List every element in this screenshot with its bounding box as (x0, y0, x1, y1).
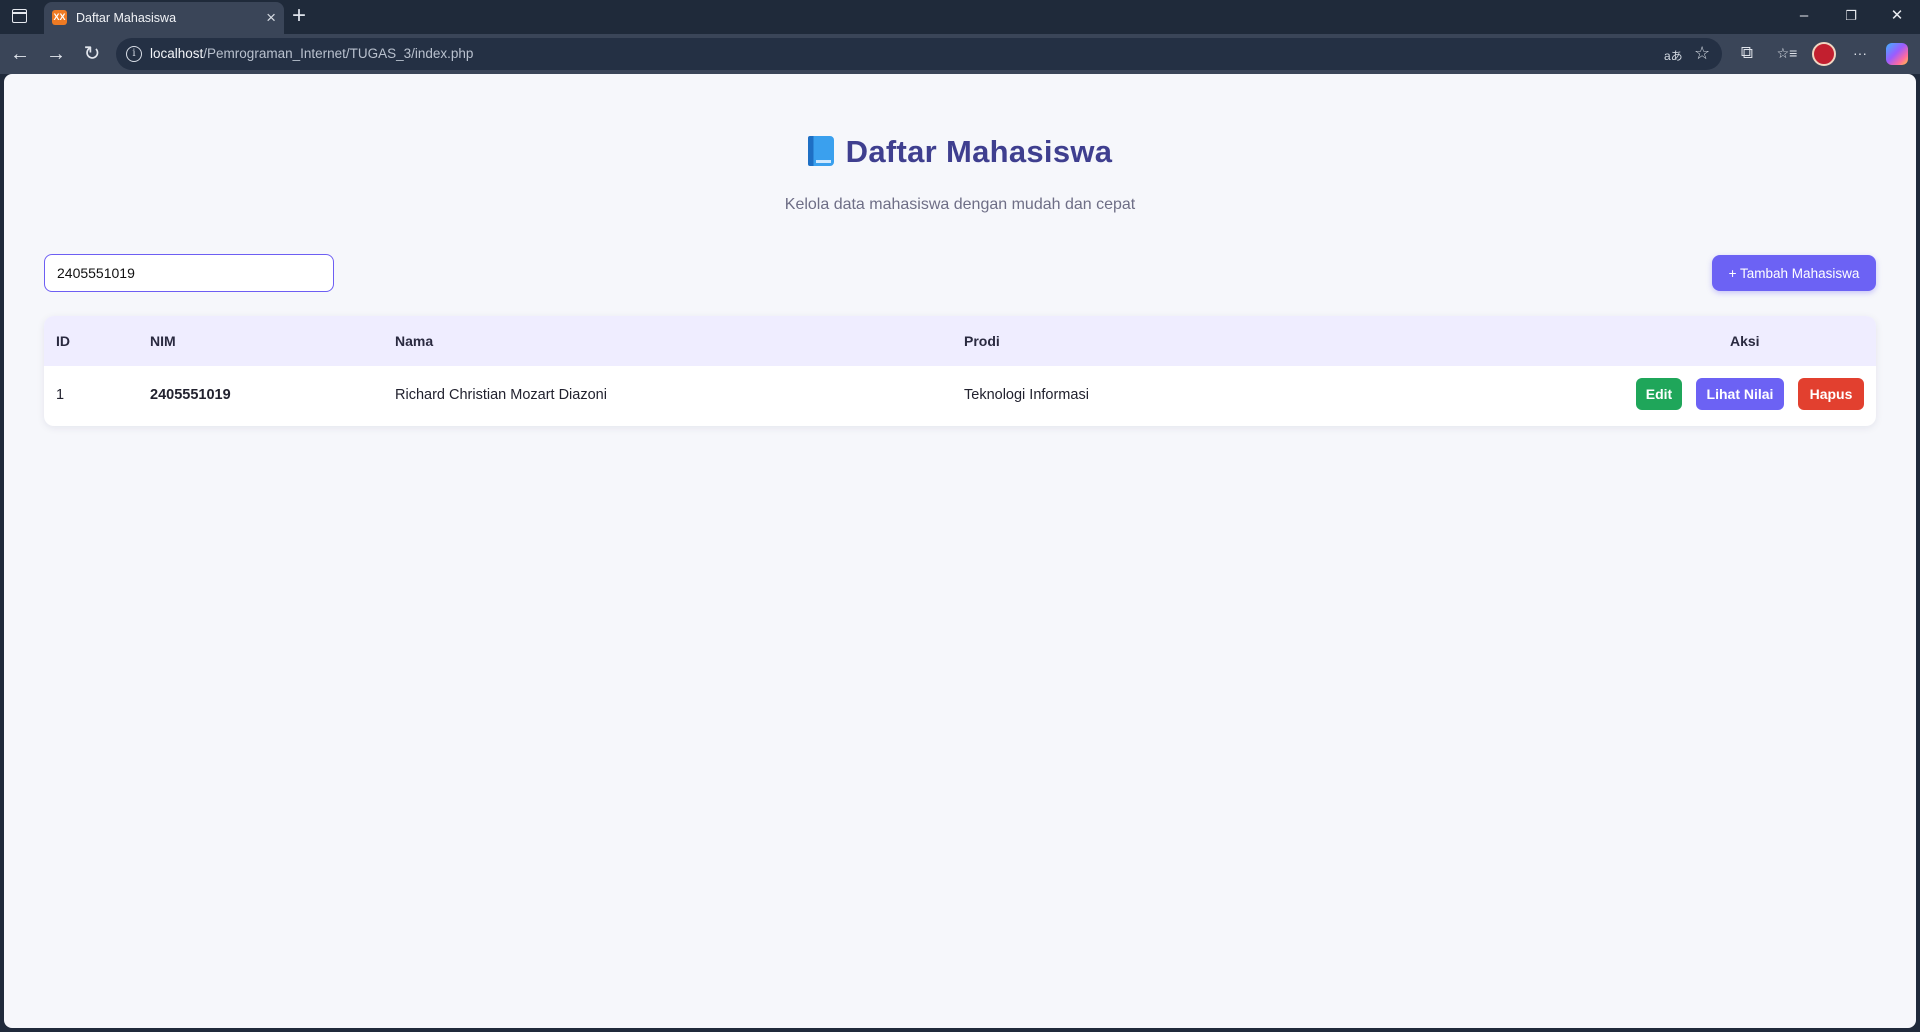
student-table: ID NIM Nama Prodi Aksi 1 2405551019 Rich… (44, 316, 1876, 426)
browser-toolbar: ← → ↻ i localhost/Pemrograman_Internet/T… (0, 34, 1920, 74)
cell-prodi: Teknologi Informasi (964, 387, 1089, 403)
header-aksi: Aksi (1730, 333, 1760, 349)
xampp-favicon-icon: XX (52, 10, 67, 25)
header-prodi: Prodi (964, 333, 1000, 349)
url-text[interactable]: localhost/Pemrograman_Internet/TUGAS_3/i… (150, 46, 473, 61)
profile-avatar[interactable] (1812, 42, 1836, 66)
favorite-star-icon[interactable]: ☆ (1694, 43, 1710, 63)
forward-icon[interactable]: → (44, 42, 68, 66)
add-student-button[interactable]: + Tambah Mahasiswa (1712, 255, 1876, 291)
cell-nama: Richard Christian Mozart Diazoni (395, 387, 607, 403)
tab-actions-icon[interactable] (12, 9, 27, 23)
blue-book-icon (807, 136, 834, 166)
close-window-icon[interactable]: ✕ (1882, 6, 1912, 26)
tab-title: Daftar Mahasiswa (76, 11, 177, 25)
search-input[interactable] (44, 254, 334, 292)
page-subtitle: Kelola data mahasiswa dengan mudah dan c… (784, 196, 1136, 213)
tab-close-icon[interactable]: × (266, 8, 276, 28)
read-aloud-icon[interactable]: aあ (1664, 46, 1683, 66)
address-bar[interactable]: i localhost/Pemrograman_Internet/TUGAS_3… (116, 38, 1722, 70)
extensions-icon[interactable]: ⧉ (1734, 42, 1760, 64)
edit-button[interactable]: Edit (1636, 378, 1682, 410)
back-icon[interactable]: ← (8, 42, 32, 66)
copilot-icon[interactable] (1886, 43, 1908, 65)
delete-button[interactable]: Hapus (1798, 378, 1864, 410)
new-tab-icon[interactable]: + (292, 3, 306, 29)
header-nama: Nama (395, 333, 434, 349)
url-host: localhost (150, 46, 204, 61)
header-id: ID (56, 333, 70, 349)
page-title: Daftar Mahasiswa (845, 134, 1113, 169)
browser-tab-strip: XX Daftar Mahasiswa × + – ❐ ✕ (0, 0, 1920, 34)
page-viewport: Daftar Mahasiswa Kelola data mahasiswa d… (4, 74, 1916, 1028)
site-info-icon[interactable]: i (126, 46, 142, 62)
cell-nim: 2405551019 (150, 387, 231, 403)
browser-tab[interactable]: XX Daftar Mahasiswa × (44, 2, 284, 34)
page-heading: Daftar Mahasiswa (4, 134, 1916, 170)
header-nim: NIM (150, 333, 176, 349)
restore-icon[interactable]: ❐ (1836, 6, 1866, 26)
table-header: ID NIM Nama Prodi Aksi (44, 316, 1876, 366)
favorites-icon[interactable]: ☆≡ (1774, 42, 1800, 64)
minimize-icon[interactable]: – (1789, 6, 1819, 26)
more-options-icon[interactable]: ··· (1847, 42, 1873, 64)
url-path: /Pemrograman_Internet/TUGAS_3/index.php (203, 46, 474, 61)
cell-id: 1 (56, 387, 65, 403)
reload-icon[interactable]: ↻ (80, 42, 104, 66)
view-grades-button[interactable]: Lihat Nilai (1696, 378, 1784, 410)
